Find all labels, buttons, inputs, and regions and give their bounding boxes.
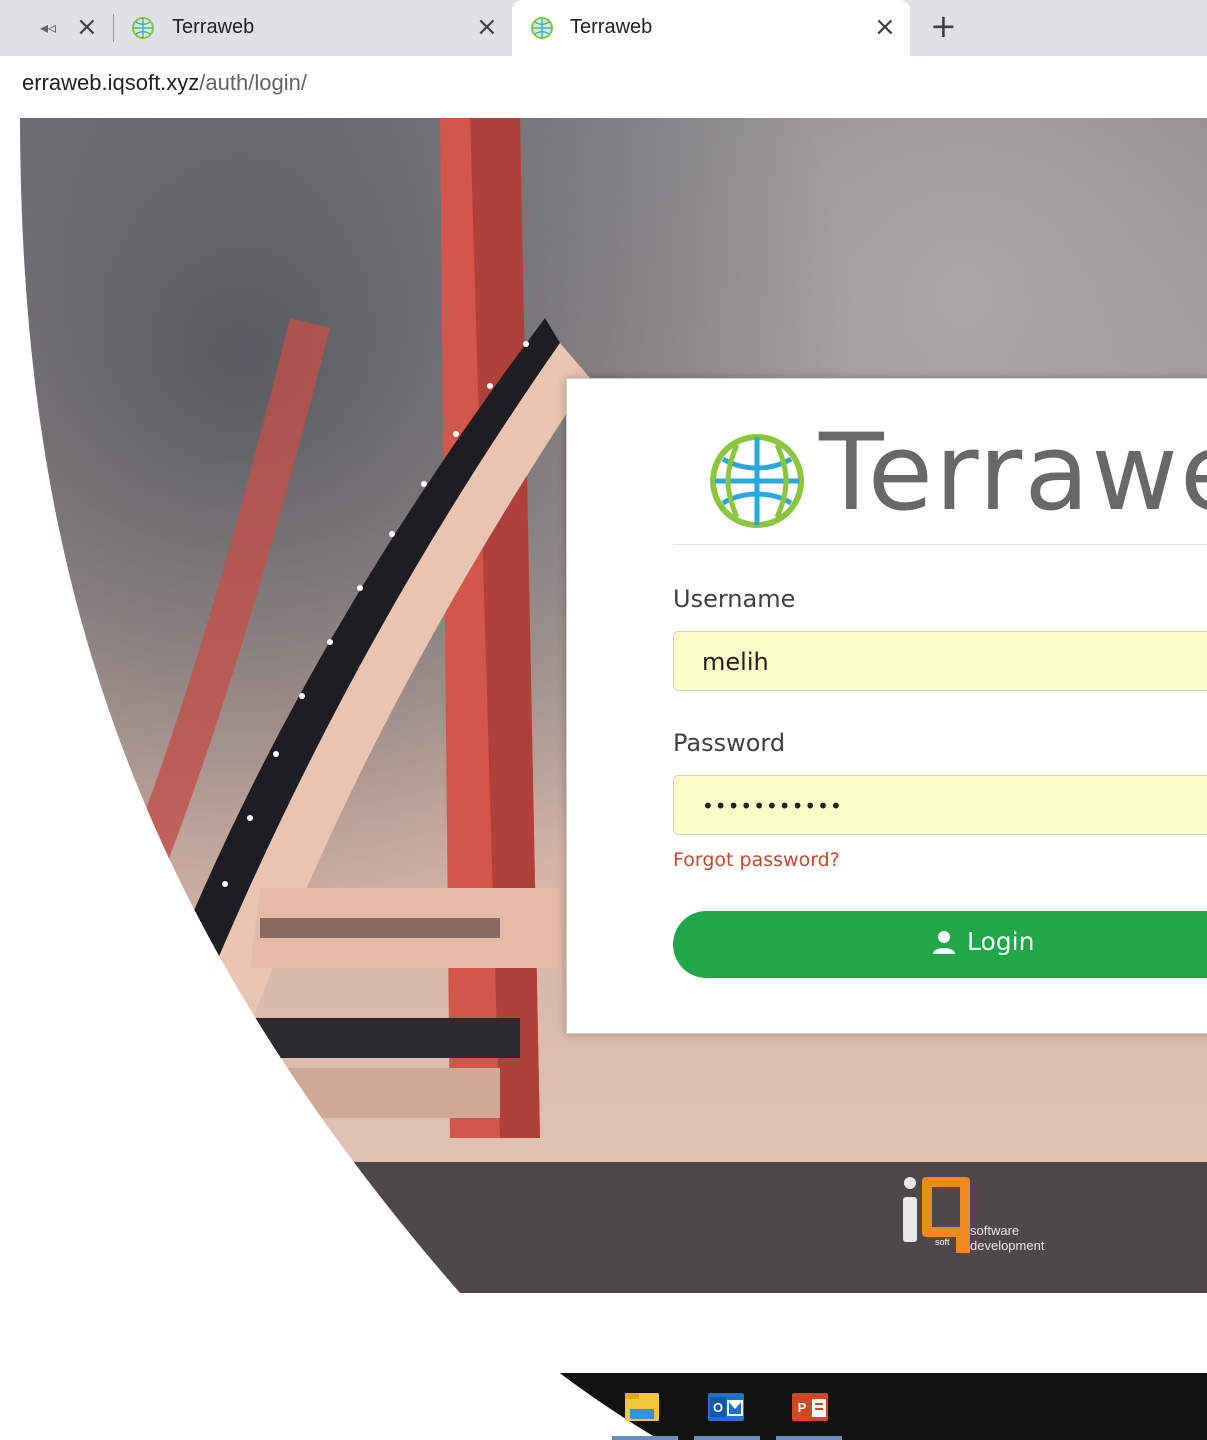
taskbar-active-indicator xyxy=(612,1436,678,1440)
login-button-label: Login xyxy=(967,927,1035,956)
close-icon[interactable]: × xyxy=(476,14,498,40)
forgot-password-link[interactable]: Forgot password? xyxy=(673,849,840,871)
tab-title: Terraweb xyxy=(570,16,653,38)
password-label: Password xyxy=(673,729,786,757)
login-button[interactable]: Login xyxy=(673,911,1207,978)
taskbar-active-indicator xyxy=(694,1436,760,1440)
outlook-icon[interactable]: O xyxy=(706,1387,746,1427)
password-input[interactable]: ••••••••••• xyxy=(673,775,1207,835)
globe-icon xyxy=(531,17,553,39)
svg-text:P: P xyxy=(798,1400,807,1415)
user-icon xyxy=(933,930,955,954)
tab-title: Terraweb xyxy=(172,16,255,38)
tab-separator xyxy=(113,14,114,42)
close-icon[interactable]: × xyxy=(76,14,98,40)
close-icon[interactable]: × xyxy=(874,14,896,40)
taskbar-curve xyxy=(0,1293,660,1440)
url-host: erraweb.iqsoft.xyz xyxy=(22,70,200,95)
tab-inactive[interactable]: ◂◃ × Terraweb × xyxy=(0,0,510,56)
url-text[interactable]: erraweb.iqsoft.xyz/auth/login/ xyxy=(22,70,307,96)
svg-text:O: O xyxy=(713,1400,723,1415)
taskbar-active-indicator xyxy=(776,1436,842,1440)
terraweb-globe-icon xyxy=(710,434,804,528)
username-input[interactable]: melih xyxy=(673,631,1207,691)
tab-active[interactable]: Terraweb × xyxy=(512,0,910,56)
globe-icon xyxy=(132,17,154,39)
powerpoint-icon[interactable]: P xyxy=(790,1387,830,1427)
login-page: soft software development Terrawel Usern… xyxy=(0,112,1207,1293)
mute-icon[interactable]: ◂◃ xyxy=(40,18,56,37)
tab-strip: ◂◃ × Terraweb × Terraweb × + xyxy=(0,0,1207,56)
file-explorer-icon[interactable] xyxy=(622,1387,662,1427)
new-tab-icon[interactable]: + xyxy=(930,10,957,42)
brand-header: Terrawel xyxy=(567,379,1207,544)
login-card: Terrawel Username melih Password •••••••… xyxy=(566,378,1207,1034)
address-bar[interactable]: erraweb.iqsoft.xyz/auth/login/ xyxy=(0,56,1207,112)
url-path: /auth/login/ xyxy=(199,70,307,95)
brand-name: Terrawel xyxy=(819,411,1207,534)
card-divider xyxy=(673,544,1207,545)
username-label: Username xyxy=(673,585,796,613)
